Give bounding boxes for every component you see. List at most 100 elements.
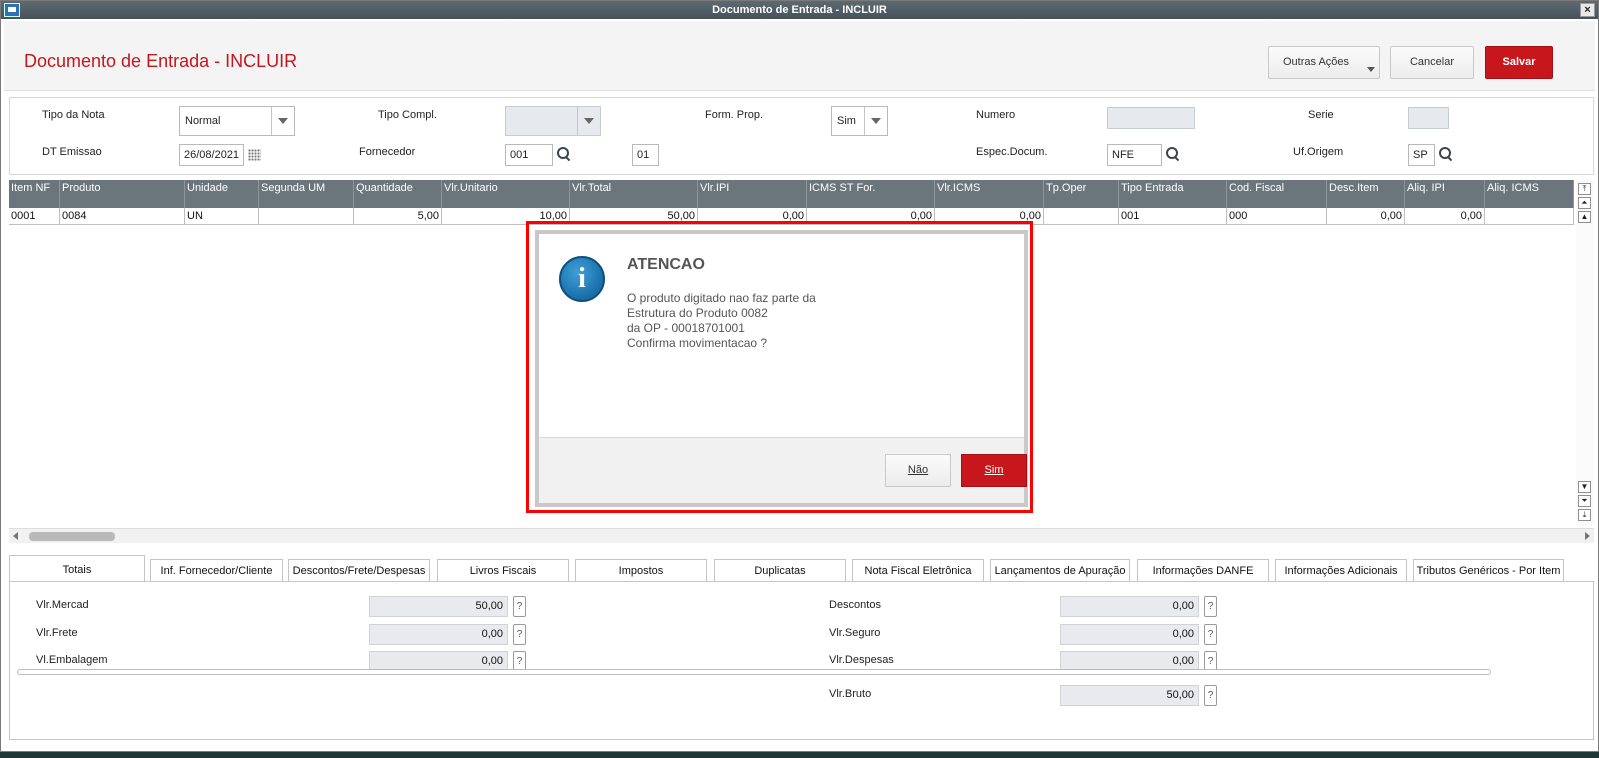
help-button[interactable]: ? [1204, 685, 1217, 706]
close-button[interactable]: × [1580, 3, 1595, 17]
vlr-seguro-field[interactable]: 0,00 [1060, 624, 1199, 645]
info-icon: i [559, 256, 605, 302]
column-header[interactable]: Vlr.Unitario [442, 180, 570, 208]
other-actions-button[interactable]: Outras Ações [1268, 46, 1380, 79]
search-icon[interactable] [557, 147, 571, 161]
tab-danfe[interactable]: Informações DANFE [1137, 559, 1269, 582]
column-header[interactable]: Tp.Oper [1044, 180, 1119, 208]
divider [17, 669, 1491, 675]
scroll-top-icon[interactable]: ⤒ [1578, 183, 1591, 195]
column-header[interactable]: Aliq. ICMS [1485, 180, 1574, 208]
search-icon[interactable] [1439, 147, 1453, 161]
table-cell[interactable] [1044, 208, 1119, 225]
scroll-left-icon[interactable] [13, 532, 18, 540]
page-title: Documento de Entrada - INCLUIR [24, 51, 298, 71]
tipo-nota-value: Normal [185, 115, 221, 127]
tipo-nota-label: Tipo da Nota [42, 109, 105, 121]
scroll-down-icon[interactable]: ▼ [1578, 481, 1591, 493]
serie-field[interactable] [1408, 107, 1449, 129]
tab-duplicatas[interactable]: Duplicatas [714, 559, 846, 582]
vlr-seguro-label: Vlr.Seguro [829, 627, 881, 639]
tab-impostos[interactable]: Impostos [575, 559, 707, 582]
column-header[interactable]: Quantidade [354, 180, 442, 208]
table-cell[interactable]: 0084 [60, 208, 185, 225]
form-prop-select[interactable]: Sim [831, 106, 888, 136]
tab-descontos[interactable]: Descontos/Frete/Despesas [288, 559, 430, 582]
tab-tributos[interactable]: Tributos Genéricos - Por Item [1413, 559, 1564, 582]
tab-totais[interactable]: Totais [9, 555, 145, 582]
tab-lancamentos[interactable]: Lançamentos de Apuração [990, 559, 1130, 582]
table-cell[interactable]: 0,00 [1327, 208, 1405, 225]
tab-nfe[interactable]: Nota Fiscal Eletrônica [852, 559, 984, 582]
form-prop-label: Form. Prop. [705, 109, 764, 121]
no-button[interactable]: Não [885, 454, 951, 487]
scroll-bottom-icon[interactable]: ⤓ [1578, 509, 1591, 521]
taskbar-strip [0, 752, 1599, 758]
header-form: Tipo da Nota Normal Tipo Compl. Form. Pr… [9, 97, 1594, 175]
help-button[interactable]: ? [1204, 624, 1217, 645]
scroll-up-icon[interactable]: ▲ [1578, 211, 1591, 223]
tab-livros-fiscais[interactable]: Livros Fiscais [437, 559, 569, 582]
column-header[interactable]: Tipo Entrada [1119, 180, 1227, 208]
loja-field[interactable]: 01 [632, 144, 659, 166]
table-cell[interactable]: 001 [1119, 208, 1227, 225]
table-cell[interactable]: 0,00 [1405, 208, 1485, 225]
save-button[interactable]: Salvar [1485, 46, 1553, 79]
help-button[interactable]: ? [513, 596, 526, 617]
calendar-icon[interactable] [248, 149, 261, 161]
dt-emissao-field[interactable]: 26/08/2021 [179, 144, 244, 166]
column-header[interactable]: Item NF [9, 180, 60, 208]
descontos-field[interactable]: 0,00 [1060, 596, 1199, 617]
search-icon[interactable] [1166, 147, 1180, 161]
table-cell[interactable] [259, 208, 354, 225]
grid-vertical-scrollbar[interactable]: ⤒ ⏶ ▲ ▼ ⏷ ⤓ [1576, 180, 1594, 526]
cancel-button[interactable]: Cancelar [1390, 46, 1474, 79]
scroll-thumb[interactable] [29, 532, 115, 541]
dt-emissao-label: DT Emissao [42, 146, 102, 158]
vlr-mercad-label: Vlr.Mercad [36, 599, 89, 611]
vlr-bruto-field[interactable]: 50,00 [1060, 685, 1199, 706]
serie-label: Serie [1308, 109, 1334, 121]
grid-horizontal-scrollbar[interactable] [9, 528, 1594, 543]
column-header[interactable]: Cod. Fiscal [1227, 180, 1327, 208]
column-header[interactable]: Produto [60, 180, 185, 208]
vlr-despesas-label: Vlr.Despesas [829, 654, 894, 666]
column-header[interactable]: Unidade [185, 180, 259, 208]
espec-docum-field[interactable]: NFE [1107, 144, 1162, 166]
column-header[interactable]: Vlr.ICMS [935, 180, 1044, 208]
tipo-nota-select[interactable]: Normal [179, 106, 295, 136]
column-header[interactable]: Vlr.IPI [698, 180, 807, 208]
column-header[interactable]: Vlr.Total [570, 180, 698, 208]
table-cell[interactable] [1485, 208, 1574, 225]
column-header[interactable]: Desc.Item [1327, 180, 1405, 208]
column-header[interactable]: ICMS ST For. [807, 180, 935, 208]
numero-field[interactable] [1107, 107, 1195, 129]
fornecedor-field[interactable]: 001 [505, 144, 553, 166]
yes-button[interactable]: Sim [961, 454, 1027, 487]
scroll-page-up-icon[interactable]: ⏶ [1578, 197, 1591, 209]
vlr-mercad-field[interactable]: 50,00 [369, 596, 508, 617]
table-cell[interactable]: 5,00 [354, 208, 442, 225]
vlr-bruto-label: Vlr.Bruto [829, 688, 872, 700]
dropdown-arrow-icon [871, 118, 881, 124]
tab-info-adicionais[interactable]: Informações Adicionais [1275, 559, 1407, 582]
scroll-page-down-icon[interactable]: ⏷ [1578, 495, 1591, 507]
column-header[interactable]: Segunda UM [259, 180, 354, 208]
scroll-right-icon[interactable] [1585, 532, 1590, 540]
help-button[interactable]: ? [1204, 596, 1217, 617]
dialog-message: O produto digitado nao faz parte da Estr… [627, 291, 816, 350]
vlr-frete-field[interactable]: 0,00 [369, 624, 508, 645]
table-cell[interactable]: 000 [1227, 208, 1327, 225]
alert-dialog: i ATENCAO O produto digitado nao faz par… [535, 230, 1028, 507]
app-icon [4, 3, 20, 17]
tab-inf-fornecedor[interactable]: Inf. Fornecedor/Cliente [150, 559, 283, 582]
table-cell[interactable]: UN [185, 208, 259, 225]
page-header: Documento de Entrada - INCLUIR Outras Aç… [4, 21, 1595, 91]
table-cell[interactable]: 0001 [9, 208, 60, 225]
tipo-compl-select[interactable] [505, 106, 601, 136]
column-header[interactable]: Aliq. IPI [1405, 180, 1485, 208]
fornecedor-label: Fornecedor [359, 146, 416, 158]
window-title: Documento de Entrada - INCLUIR [712, 4, 887, 16]
help-button[interactable]: ? [513, 624, 526, 645]
uf-origem-field[interactable]: SP [1408, 144, 1435, 166]
